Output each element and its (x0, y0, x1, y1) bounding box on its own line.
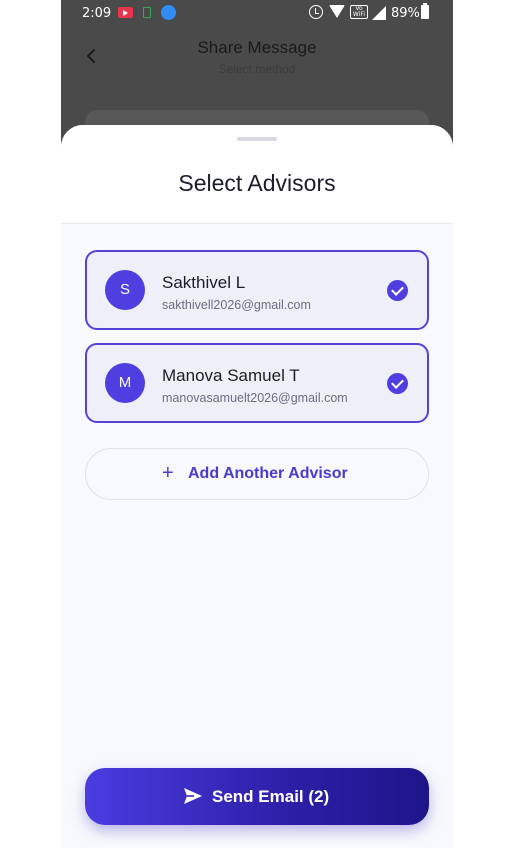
app-icon (161, 5, 176, 20)
advisor-name: Sakthivel L (162, 273, 246, 292)
sheet-header: Select Advisors (61, 125, 453, 224)
plus-icon: + (162, 462, 174, 484)
add-advisor-label: Add Another Advisor (188, 465, 348, 482)
check-circle-icon[interactable] (387, 373, 408, 394)
send-icon (184, 788, 202, 804)
vowifi-icon: Vo WiFi (350, 5, 368, 19)
send-email-button[interactable]: Send Email (2) (85, 768, 429, 825)
check-circle-icon[interactable] (387, 280, 408, 301)
alarm-icon (309, 5, 323, 19)
page-title: Share Message (197, 38, 317, 57)
sheet-title: Select Advisors (178, 170, 336, 196)
add-advisor-button[interactable]: + Add Another Advisor (85, 448, 429, 500)
advisor-name: Manova Samuel T (162, 366, 300, 385)
battery-icon (421, 3, 429, 19)
send-email-label: Send Email (2) (212, 787, 330, 806)
book-icon (143, 7, 151, 18)
signal-icon (372, 6, 386, 20)
bottom-sheet: Select Advisors S Sakthivel L sakthivell… (61, 125, 453, 848)
page-subtitle: Select method (218, 62, 296, 76)
advisor-card[interactable]: S Sakthivel L sakthivell2026@gmail.com (85, 250, 429, 330)
advisor-email: sakthivell2026@gmail.com (162, 298, 311, 312)
youtube-icon (118, 7, 133, 18)
avatar: M (105, 363, 145, 403)
battery-percent: 89% (391, 6, 420, 21)
drag-handle[interactable] (237, 137, 277, 141)
advisor-email: manovasamuelt2026@gmail.com (162, 391, 348, 405)
status-bar: 2:09 Vo WiFi 89% (61, 0, 453, 26)
status-time: 2:09 (82, 6, 112, 21)
advisor-card[interactable]: M Manova Samuel T manovasamuelt2026@gmai… (85, 343, 429, 423)
wifi-icon (329, 5, 345, 18)
avatar: S (105, 270, 145, 310)
phone-screen: 2:09 Vo WiFi 89% Share Message Select me… (61, 0, 453, 848)
